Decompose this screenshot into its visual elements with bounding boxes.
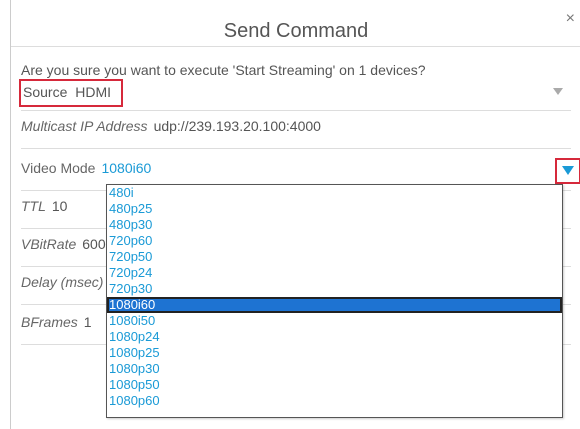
dropdown-option[interactable]: 480p30 [107,217,562,233]
ttl-value: 10 [51,198,68,214]
multicast-row[interactable]: Multicast IP Address udp://239.193.20.100… [21,118,571,149]
title-divider [11,46,580,47]
bframes-label: BFrames [21,314,78,330]
dropdown-option[interactable]: 1080p30 [107,361,562,377]
ttl-label: TTL [21,198,46,214]
dropdown-option[interactable]: 720p50 [107,249,562,265]
dropdown-option[interactable]: 720p30 [107,281,562,297]
dropdown-option[interactable]: 720p60 [107,233,562,249]
dropdown-option[interactable]: 1080p60 [107,393,562,409]
dropdown-option[interactable]: 480p25 [107,201,562,217]
dialog-title: Send Command [223,20,369,42]
vbitrate-value: 600 [82,236,106,252]
video-mode-chevron-down-icon[interactable] [562,166,574,175]
dropdown-option[interactable]: 1080p24 [107,329,562,345]
multicast-label: Multicast IP Address [21,118,148,134]
video-mode-value: 1080i60 [101,160,152,176]
vbitrate-label: VBitRate [21,236,77,252]
source-value: HDMI [75,84,112,100]
source-label: Source [23,84,68,100]
close-icon[interactable]: × [566,10,575,28]
video-mode-label: Video Mode [21,160,96,176]
source-field[interactable]: Source HDMI [23,84,111,100]
dropdown-option[interactable]: 1080i50 [107,313,562,329]
dropdown-option[interactable]: 720p24 [107,265,562,281]
dropdown-option[interactable]: 1080i60 [107,297,562,313]
dropdown-option[interactable]: 1080p25 [107,345,562,361]
source-chevron-down-icon[interactable] [553,88,563,95]
multicast-value: udp://239.193.20.100:4000 [153,118,321,134]
dropdown-option[interactable]: 1080p50 [107,377,562,393]
confirm-question: Are you sure you want to execute 'Start … [21,62,426,78]
delay-label: Delay (msec) [21,274,104,290]
video-mode-dropdown-list[interactable]: 480i 480p25 480p30 720p60 720p50 720p24 720p30… [106,184,563,418]
bframes-value: 1 [83,314,92,330]
dropdown-option[interactable]: 480i [107,185,562,201]
